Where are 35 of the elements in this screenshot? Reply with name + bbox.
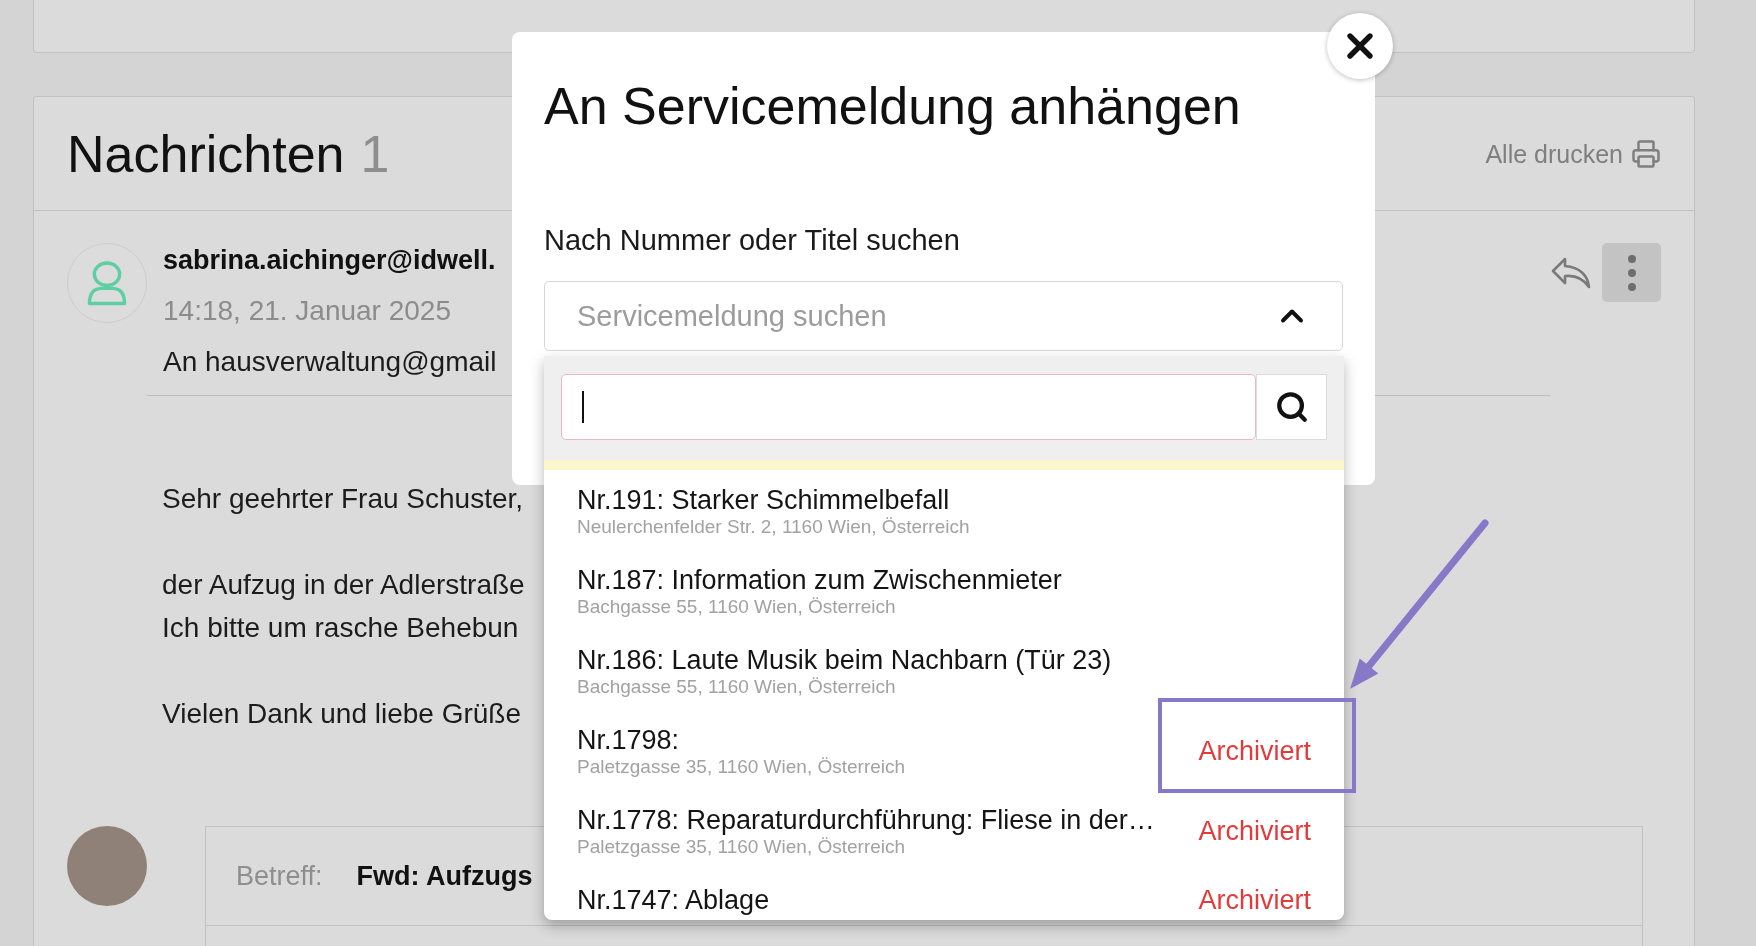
result-title[interactable]: Nr.191: Starker Schimmelbefall (577, 484, 950, 516)
field-label: Nach Nummer oder Titel suchen (544, 223, 960, 257)
subject-label: Betreff: (236, 860, 323, 892)
more-options-button[interactable] (1602, 243, 1661, 302)
result-address: Paletzgasse 35, 1160 Wien, Österreich (577, 836, 906, 858)
status-label: Archiviert (1198, 815, 1311, 847)
search-icon (1274, 390, 1309, 424)
message-time: 14:18, 21. Januar 2025 (163, 294, 451, 328)
printer-icon (1631, 138, 1661, 169)
reply-icon[interactable] (1550, 255, 1592, 290)
result-title[interactable]: Nr.187: Information zum Zwischenmieter (577, 564, 1062, 596)
result-title[interactable]: Nr.1747: Ablage (577, 884, 770, 916)
message-paragraph: Sehr geehrter Frau Schuster, (162, 482, 524, 516)
result-title[interactable]: Nr.1778: Reparaturdurchführung: Fliese in der… (577, 804, 1155, 836)
message-paragraph: der Aufzug in der Adlerstraße Ich bitte um rasche Behebun (162, 568, 525, 645)
more-vertical-icon (1626, 253, 1637, 292)
message-paragraph: Vielen Dank und liebe Grüße (162, 697, 522, 731)
result-address: Paletzgasse 35, 1160 Wien, Österreich (577, 756, 906, 778)
close-button[interactable] (1327, 13, 1393, 79)
result-address: Neulerchenfelder Str. 2, 1160 Wien, Österreich (577, 516, 970, 538)
result-address: Bachgasse 55, 1160 Wien, Österreich (577, 676, 896, 698)
result-title[interactable]: Nr.186: Laute Musik beim Nachbarn (Tür 23) (577, 644, 1112, 676)
dialog-title: An Servicemeldung anhängen (544, 76, 1241, 136)
recipient-text: An hausverwaltung@gmail (163, 345, 497, 379)
search-input[interactable] (561, 374, 1256, 440)
status-label: Archiviert (1198, 735, 1311, 767)
message-count: 1 (360, 123, 390, 184)
subject-text: Fwd: Aufzugs (356, 860, 533, 892)
text-cursor-icon (582, 391, 584, 423)
result-address: Bachgasse 55, 1160 Wien, Österreich (577, 596, 896, 618)
sender-email: sabrina.aichinger@idwell. (163, 244, 496, 276)
status-label: Archiviert (1198, 884, 1311, 916)
search-button[interactable] (1256, 374, 1327, 440)
result-title[interactable]: Nr.1798: (577, 724, 680, 756)
panel-title: Nachrichten (67, 123, 345, 184)
